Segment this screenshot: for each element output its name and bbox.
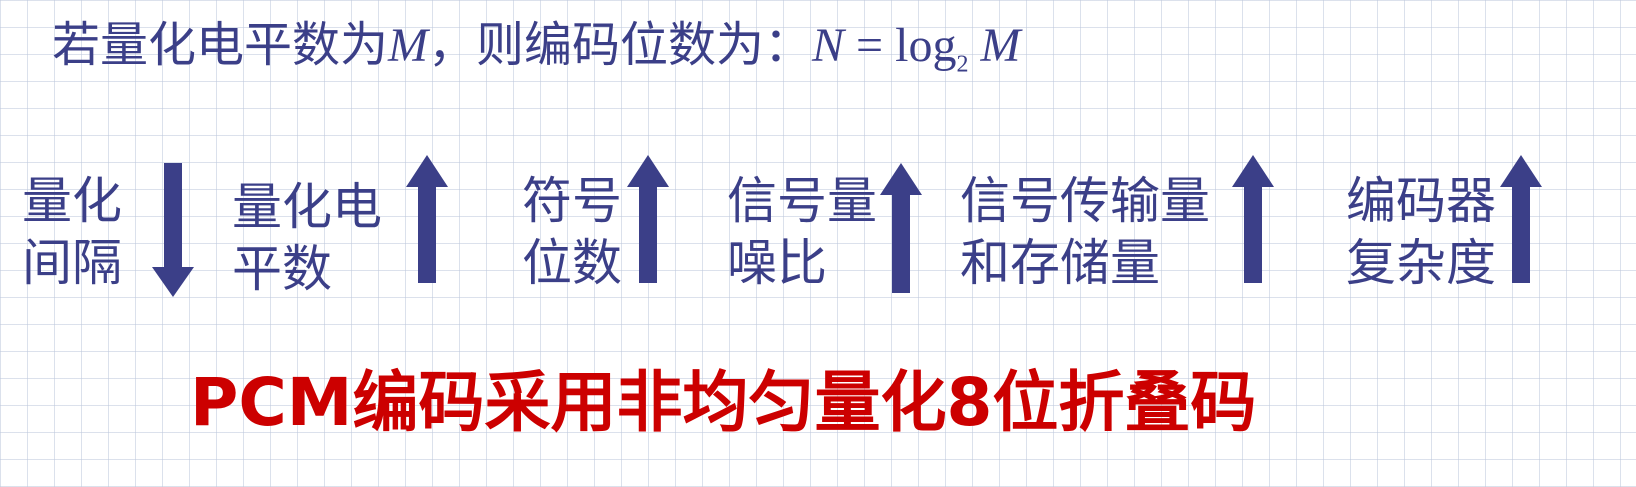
- formula-middle: ，则编码位数为：: [428, 17, 813, 73]
- relation-label-encoder-complexity: 编码器 复杂度: [1346, 170, 1496, 294]
- label-line-2: 平数: [232, 240, 332, 298]
- label-line-1: 符号: [522, 172, 622, 230]
- relation-label-code-bits: 符号 位数: [522, 170, 622, 294]
- relation-label-quant-levels: 量化电 平数: [232, 176, 382, 300]
- label-line-2: 和存储量: [960, 234, 1160, 292]
- formula-line: 若量化电平数为M，则编码位数为：N = log2 M: [52, 10, 1020, 100]
- var-m: M: [388, 19, 428, 72]
- var-n: N: [812, 19, 845, 72]
- log-base: 2: [956, 51, 969, 78]
- arrow-down-icon: [152, 163, 194, 297]
- formula-prefix: 若量化电平数为: [52, 17, 389, 73]
- label-line-1: 编码器: [1346, 172, 1496, 230]
- label-line-2: 噪比: [727, 234, 827, 292]
- arrow-up-icon: [627, 155, 669, 283]
- label-line-1: 量化: [22, 172, 122, 230]
- label-line-2: 间隔: [22, 234, 122, 292]
- arrow-up-icon: [1232, 155, 1274, 283]
- arrow-up-icon: [406, 155, 448, 283]
- label-line-2: 位数: [522, 234, 622, 292]
- label-line-1: 信号量: [727, 172, 877, 230]
- conclusion-heading: PCM编码采用非均匀量化8位折叠码: [190, 364, 1257, 441]
- label-line-1: 量化电: [232, 178, 382, 236]
- label-line-2: 复杂度: [1346, 234, 1496, 292]
- relation-label-sqnr: 信号量 噪比: [727, 170, 877, 294]
- formula-equals: = log: [844, 19, 957, 72]
- arrow-up-icon: [880, 163, 922, 293]
- arrow-up-icon: [1500, 155, 1542, 283]
- relation-label-quant-interval: 量化 间隔: [22, 170, 122, 294]
- label-line-1: 信号传输量: [960, 172, 1210, 230]
- var-m-2: M: [968, 19, 1021, 72]
- relation-label-transmission: 信号传输量 和存储量: [960, 170, 1210, 294]
